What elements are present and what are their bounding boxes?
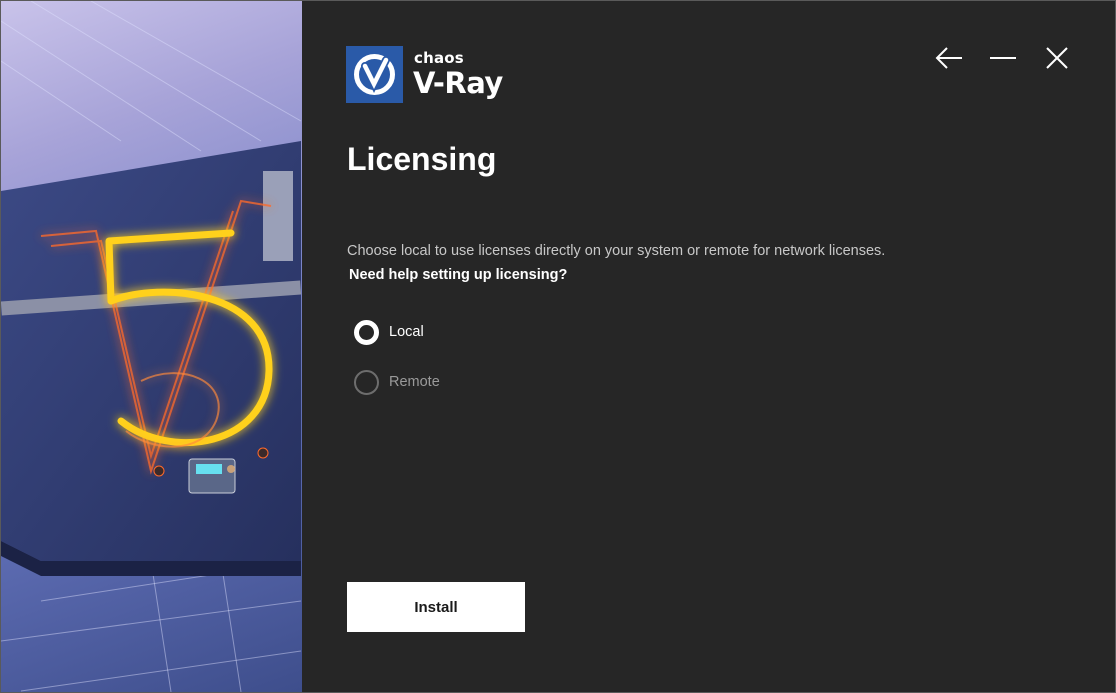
licensing-description: Choose local to use licenses directly on… — [347, 243, 886, 259]
page-title: Licensing — [347, 141, 497, 177]
back-button[interactable] — [931, 43, 967, 73]
close-button[interactable] — [1039, 43, 1075, 73]
licensing-help-link[interactable]: Need help setting up licensing? — [349, 267, 567, 283]
hero-artwork — [1, 1, 302, 692]
window-controls — [931, 43, 1075, 73]
product-name: V-Ray — [413, 66, 503, 100]
vray-logo: chaos V-Ray — [346, 46, 506, 104]
neon-five-illustration — [1, 1, 302, 692]
license-type-radio-group: Local Remote — [354, 319, 440, 419]
installer-window: chaos V-Ray Licensing Choose local to us… — [0, 0, 1116, 693]
radio-button-local[interactable] — [354, 319, 379, 345]
vray-v-icon — [354, 54, 395, 95]
arrow-left-icon — [935, 47, 962, 69]
brand-name: chaos — [414, 49, 464, 67]
radio-label-remote: Remote — [389, 374, 440, 390]
radio-button-remote[interactable] — [354, 369, 379, 395]
radio-option-local[interactable]: Local — [354, 319, 440, 345]
radio-option-remote[interactable]: Remote — [354, 369, 440, 395]
radio-label-local: Local — [389, 324, 424, 340]
close-icon — [1046, 47, 1068, 69]
vray-logo-mark — [346, 46, 403, 103]
minimize-button[interactable] — [985, 43, 1021, 73]
install-button[interactable]: Install — [347, 582, 525, 632]
minimize-icon — [990, 57, 1016, 59]
